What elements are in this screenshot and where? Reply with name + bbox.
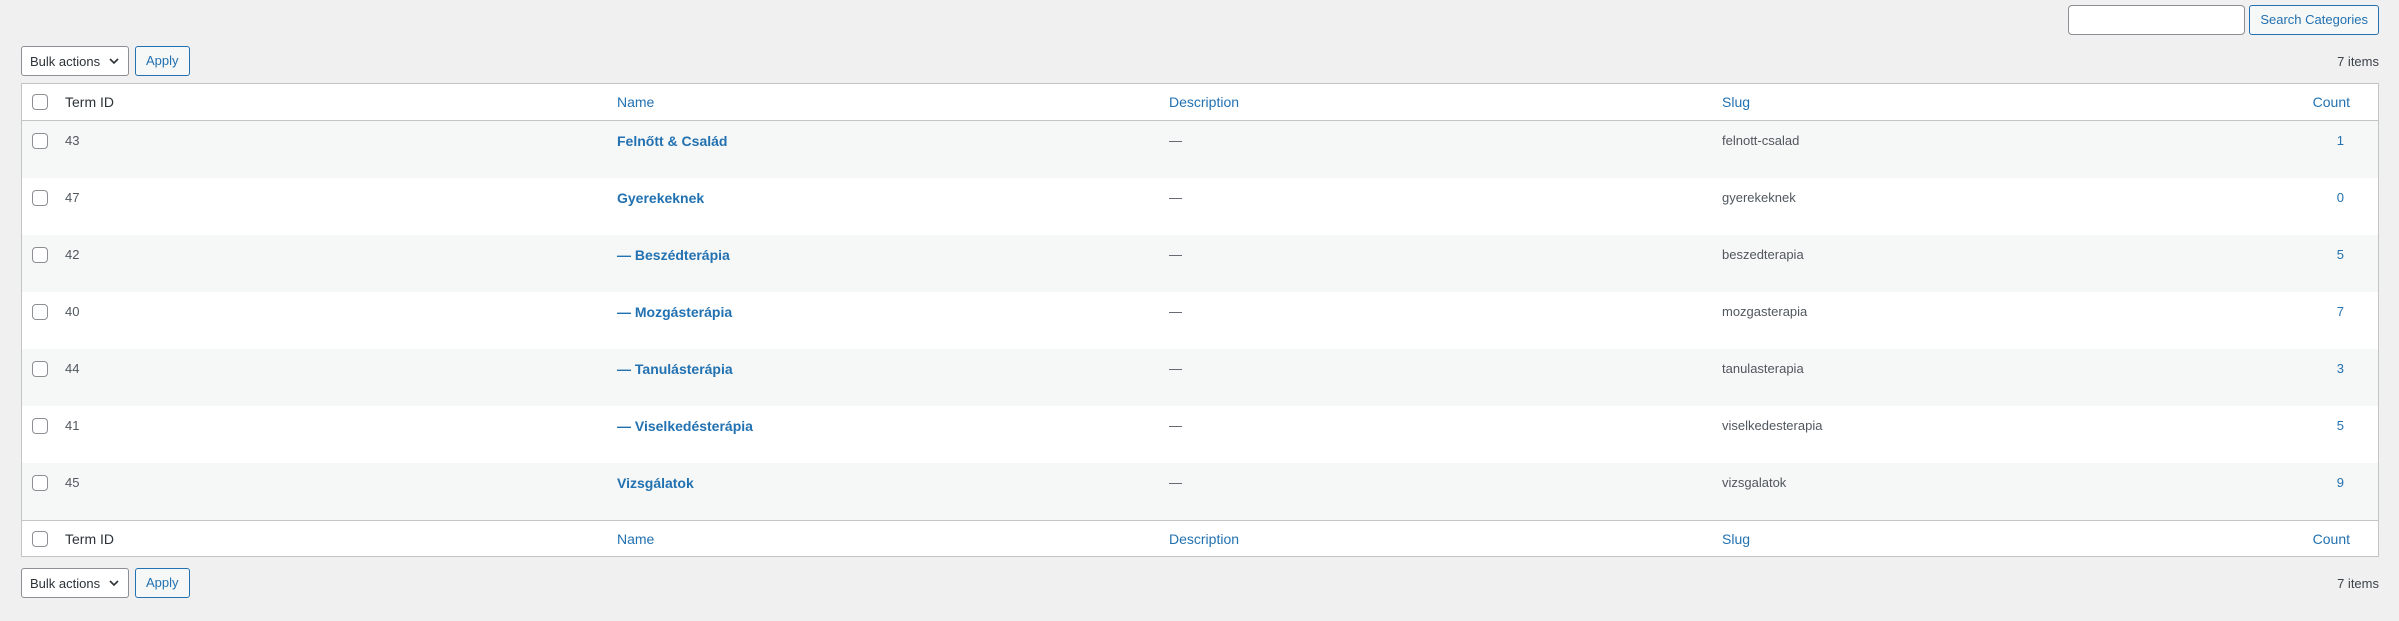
- term-name-link[interactable]: — Tanulásterápia: [617, 361, 733, 377]
- term-id: 47: [65, 190, 80, 205]
- term-slug: viselkedesterapia: [1722, 418, 1823, 433]
- column-footer-count[interactable]: Count: [2313, 531, 2350, 547]
- items-count-bottom: 7 items: [2337, 575, 2379, 591]
- column-footer-term-id: Term ID: [65, 531, 114, 547]
- term-count-link[interactable]: 3: [2337, 361, 2344, 376]
- term-name-link[interactable]: — Mozgásterápia: [617, 304, 732, 320]
- term-count-link[interactable]: 0: [2337, 190, 2344, 205]
- term-id: 40: [65, 304, 80, 319]
- term-slug: tanulasterapia: [1722, 361, 1804, 376]
- row-checkbox[interactable]: [32, 190, 48, 206]
- term-id: 42: [65, 247, 80, 262]
- term-count-link[interactable]: 5: [2337, 418, 2344, 433]
- term-slug: beszedterapia: [1722, 247, 1804, 262]
- table-row: 45 Vizsgálatok — vizsgalatok 9: [22, 463, 2378, 520]
- table-row: 43 Felnőtt & Család — felnott-csalad 1: [22, 121, 2378, 178]
- term-description: —: [1169, 133, 1182, 148]
- term-slug: mozgasterapia: [1722, 304, 1808, 319]
- column-footer-name[interactable]: Name: [617, 531, 654, 547]
- column-footer-description[interactable]: Description: [1169, 531, 1239, 547]
- search-input[interactable]: [2068, 5, 2246, 35]
- term-id: 45: [65, 475, 80, 490]
- bulk-actions-label: Bulk actions: [30, 53, 101, 69]
- term-id: 41: [65, 418, 80, 433]
- tablenav-bottom: Bulk actions Apply 7 items: [21, 568, 2379, 598]
- term-count-link[interactable]: 9: [2337, 475, 2344, 490]
- items-count: 7 items: [2337, 53, 2379, 69]
- term-slug: gyerekeknek: [1722, 190, 1796, 205]
- row-checkbox[interactable]: [32, 418, 48, 434]
- bulk-actions-select[interactable]: Bulk actions: [21, 46, 129, 76]
- row-checkbox[interactable]: [32, 304, 48, 320]
- column-header-count[interactable]: Count: [2313, 94, 2350, 110]
- chevron-down-icon: [109, 580, 119, 587]
- column-header-term-id: Term ID: [65, 94, 114, 110]
- term-slug: vizsgalatok: [1722, 475, 1787, 490]
- table-row: 42 — Beszédterápia — beszedterapia 5: [22, 235, 2378, 292]
- select-all-checkbox-bottom[interactable]: [32, 531, 48, 547]
- categories-table: Term ID Name Description Slug Count 43 F…: [21, 83, 2379, 557]
- table-row: 40 — Mozgásterápia — mozgasterapia 7: [22, 292, 2378, 349]
- term-name-link[interactable]: Felnőtt & Család: [617, 133, 727, 149]
- row-checkbox[interactable]: [32, 247, 48, 263]
- term-description: —: [1169, 475, 1182, 490]
- row-checkbox[interactable]: [32, 361, 48, 377]
- tablenav-top: Bulk actions Apply 7 items: [21, 46, 2379, 76]
- term-description: —: [1169, 190, 1182, 205]
- apply-button[interactable]: Apply: [135, 46, 190, 76]
- chevron-down-icon: [109, 58, 119, 65]
- term-count-link[interactable]: 5: [2337, 247, 2344, 262]
- term-name-link[interactable]: — Viselkedésterápia: [617, 418, 753, 434]
- table-row: 41 — Viselkedésterápia — viselkedesterap…: [22, 406, 2378, 463]
- row-checkbox[interactable]: [32, 475, 48, 491]
- bulk-actions-select-bottom[interactable]: Bulk actions: [21, 568, 129, 598]
- term-name-link[interactable]: — Beszédterápia: [617, 247, 730, 263]
- table-row: 44 — Tanulásterápia — tanulasterapia 3: [22, 349, 2378, 406]
- term-id: 44: [65, 361, 80, 376]
- column-footer-slug[interactable]: Slug: [1722, 531, 1750, 547]
- row-checkbox[interactable]: [32, 133, 48, 149]
- term-description: —: [1169, 304, 1182, 319]
- apply-button-bottom[interactable]: Apply: [135, 568, 190, 598]
- column-header-name[interactable]: Name: [617, 94, 654, 110]
- term-description: —: [1169, 361, 1182, 376]
- term-slug: felnott-csalad: [1722, 133, 1800, 148]
- term-count-link[interactable]: 7: [2337, 304, 2344, 319]
- table-row: 47 Gyerekeknek — gyerekeknek 0: [22, 178, 2378, 235]
- search-categories-button[interactable]: Search Categories: [2249, 5, 2379, 35]
- term-count-link[interactable]: 1: [2337, 133, 2344, 148]
- search-box: Search Categories: [2068, 5, 2379, 35]
- term-description: —: [1169, 247, 1182, 262]
- bulk-actions-label: Bulk actions: [30, 575, 101, 591]
- term-description: —: [1169, 418, 1182, 433]
- term-name-link[interactable]: Gyerekeknek: [617, 190, 704, 206]
- column-header-slug[interactable]: Slug: [1722, 94, 1750, 110]
- select-all-checkbox[interactable]: [32, 94, 48, 110]
- term-name-link[interactable]: Vizsgálatok: [617, 475, 694, 491]
- column-header-description[interactable]: Description: [1169, 94, 1239, 110]
- table-header-row: Term ID Name Description Slug Count: [22, 84, 2378, 121]
- term-id: 43: [65, 133, 80, 148]
- table-footer-row: Term ID Name Description Slug Count: [22, 520, 2378, 556]
